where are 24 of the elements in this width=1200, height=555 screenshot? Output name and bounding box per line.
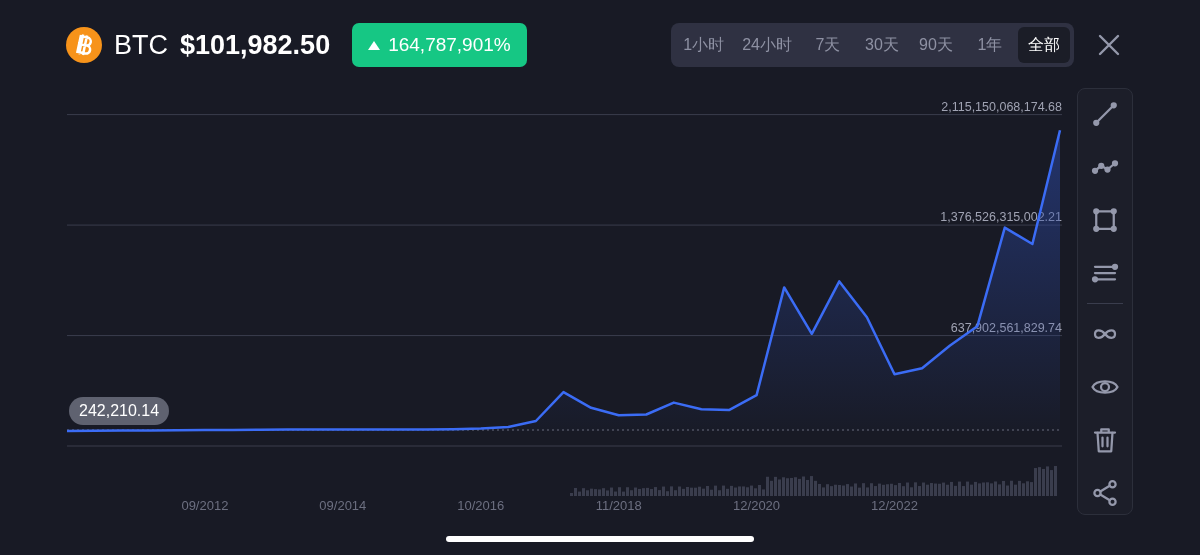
coin-price: $101,982.50 — [180, 28, 331, 62]
line-tool-icon[interactable] — [1090, 99, 1120, 129]
bitcoin-logo-icon — [66, 27, 102, 63]
current-value-tag: 242,210.14 — [69, 397, 170, 425]
coin-symbol: BTC — [114, 28, 168, 62]
timeframe-tab[interactable]: 7天 — [802, 27, 854, 63]
x-axis-label: 09/2014 — [319, 498, 367, 513]
timeframe-tab[interactable]: 1小时 — [675, 27, 733, 63]
timeframe-tab[interactable]: 全部 — [1018, 27, 1070, 63]
x-axis-label: 12/2022 — [871, 498, 918, 513]
x-axis-label: 10/2016 — [457, 498, 505, 513]
x-axis-label: 11/2018 — [595, 498, 642, 513]
x-axis-label: 12/2020 — [733, 498, 781, 513]
timeframe-tab[interactable]: 24小时 — [734, 27, 800, 63]
triangle-up-icon — [368, 40, 381, 50]
close-icon[interactable] — [1098, 34, 1120, 56]
timeframe-tab[interactable]: 90天 — [910, 27, 962, 63]
share-icon[interactable] — [1090, 478, 1120, 508]
rectangle-tool-icon[interactable] — [1090, 205, 1120, 235]
x-axis-label: 09/2012 — [181, 498, 229, 513]
timeframe-tab[interactable]: 30天 — [856, 27, 908, 63]
change-percent: 164,787,901% — [388, 32, 511, 57]
timeframe-tab[interactable]: 1年 — [964, 27, 1016, 63]
y-axis-label: 2,115,150,068,174.68 — [941, 99, 1062, 114]
